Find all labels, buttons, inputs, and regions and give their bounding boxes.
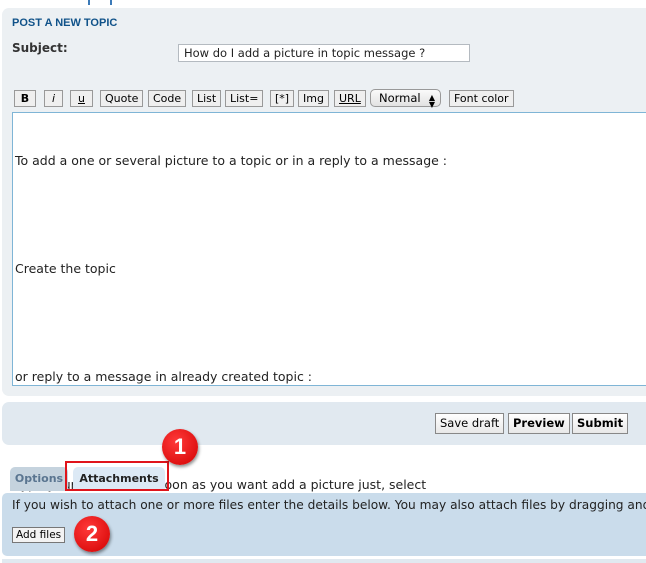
code-button[interactable]: Code xyxy=(148,90,187,107)
list-item-button[interactable]: [*] xyxy=(270,90,295,107)
italic-button[interactable]: i xyxy=(44,90,63,107)
annotation-badge-1: 1 xyxy=(162,429,198,465)
img-button[interactable]: Img xyxy=(298,90,329,107)
select-arrows-icon: ▼ xyxy=(428,100,435,109)
submit-button[interactable]: Submit xyxy=(572,413,629,434)
message-line xyxy=(15,206,646,224)
message-textarea[interactable]: To add a one or several picture to a top… xyxy=(12,112,646,492)
save-draft-button[interactable]: Save draft xyxy=(435,413,505,434)
preview-button[interactable]: Preview xyxy=(508,413,570,434)
annotation-highlight-box xyxy=(65,461,169,491)
tab-options[interactable]: Options xyxy=(10,467,68,491)
message-line: Create the topic xyxy=(15,261,116,276)
underline-button[interactable]: u xyxy=(70,90,93,107)
font-size-select[interactable]: Normal ▲ ▼ xyxy=(370,89,441,109)
ordered-list-button[interactable]: List= xyxy=(225,90,264,107)
font-size-value: Normal xyxy=(379,91,421,105)
subject-label: Subject: xyxy=(12,41,68,55)
add-files-button[interactable]: Add files xyxy=(12,527,66,543)
message-line: or reply to a message in already created… xyxy=(15,369,313,384)
header-fragment xyxy=(88,0,112,5)
font-color-button[interactable]: Font color xyxy=(449,90,514,107)
page-title: POST A NEW TOPIC xyxy=(12,17,118,29)
message-line: To add a one or several picture to a top… xyxy=(15,153,448,168)
bold-button[interactable]: B xyxy=(14,90,36,107)
list-button[interactable]: List xyxy=(192,90,222,107)
attachments-description: If you wish to attach one or more files … xyxy=(12,498,646,512)
annotation-badge-2: 2 xyxy=(74,516,110,552)
divider xyxy=(2,559,646,563)
message-line xyxy=(15,314,646,332)
quote-button[interactable]: Quote xyxy=(100,90,144,107)
subject-input[interactable] xyxy=(178,44,470,62)
url-button[interactable]: URL xyxy=(334,90,366,107)
